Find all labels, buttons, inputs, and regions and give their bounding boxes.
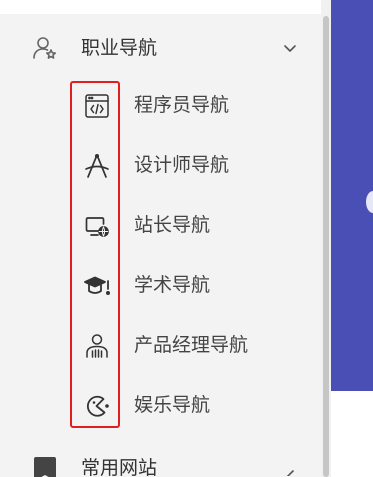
highlight-box xyxy=(70,81,120,428)
sidebar-group-label: 职业导航 xyxy=(81,37,158,59)
sidebar-item-label: 程序员导航 xyxy=(134,94,230,116)
sidebar-top-strip xyxy=(0,0,321,14)
sidebar-scrollbar[interactable] xyxy=(321,0,331,477)
sidebar-item-entertainment[interactable]: 娱乐导航 xyxy=(75,377,321,433)
sidebar-item-label: 产品经理导航 xyxy=(134,334,249,356)
person-chart-icon xyxy=(83,332,111,360)
graduation-cap-icon xyxy=(83,272,111,300)
sidebar-item-label: 娱乐导航 xyxy=(134,394,211,416)
monitor-globe-icon xyxy=(83,212,111,240)
user-star-icon xyxy=(32,35,58,61)
sidebar-item-label: 设计师导航 xyxy=(134,154,230,176)
pacman-icon xyxy=(83,392,111,420)
sidebar-item-product-manager[interactable]: 产品经理导航 xyxy=(75,317,321,373)
sidebar-item-label: 站长导航 xyxy=(134,214,211,236)
scrollbar-thumb[interactable] xyxy=(323,16,329,477)
bookmark-icon xyxy=(32,455,58,477)
content-banner xyxy=(331,0,373,391)
chevron-down-icon xyxy=(282,40,298,56)
sidebar: 职业导航 程序员导航 设计师导航 站长导航 学术导航 产品经理导航 娱乐导航 常… xyxy=(0,0,321,477)
sidebar-group-career[interactable]: 职业导航 xyxy=(0,27,321,67)
banner-dot xyxy=(366,191,373,213)
sidebar-item-designer[interactable]: 设计师导航 xyxy=(75,137,321,193)
main-content xyxy=(331,0,373,477)
sidebar-group-common-sites[interactable]: 常用网站 xyxy=(0,447,321,477)
sidebar-item-academic[interactable]: 学术导航 xyxy=(75,257,321,313)
sidebar-group-label: 常用网站 xyxy=(81,457,158,477)
chevron-right-icon xyxy=(282,460,298,476)
code-window-icon xyxy=(83,92,111,120)
sidebar-item-programmer[interactable]: 程序员导航 xyxy=(75,77,321,133)
compass-tool-icon xyxy=(83,152,111,180)
sidebar-item-label: 学术导航 xyxy=(134,274,211,296)
sidebar-item-webmaster[interactable]: 站长导航 xyxy=(75,197,321,253)
